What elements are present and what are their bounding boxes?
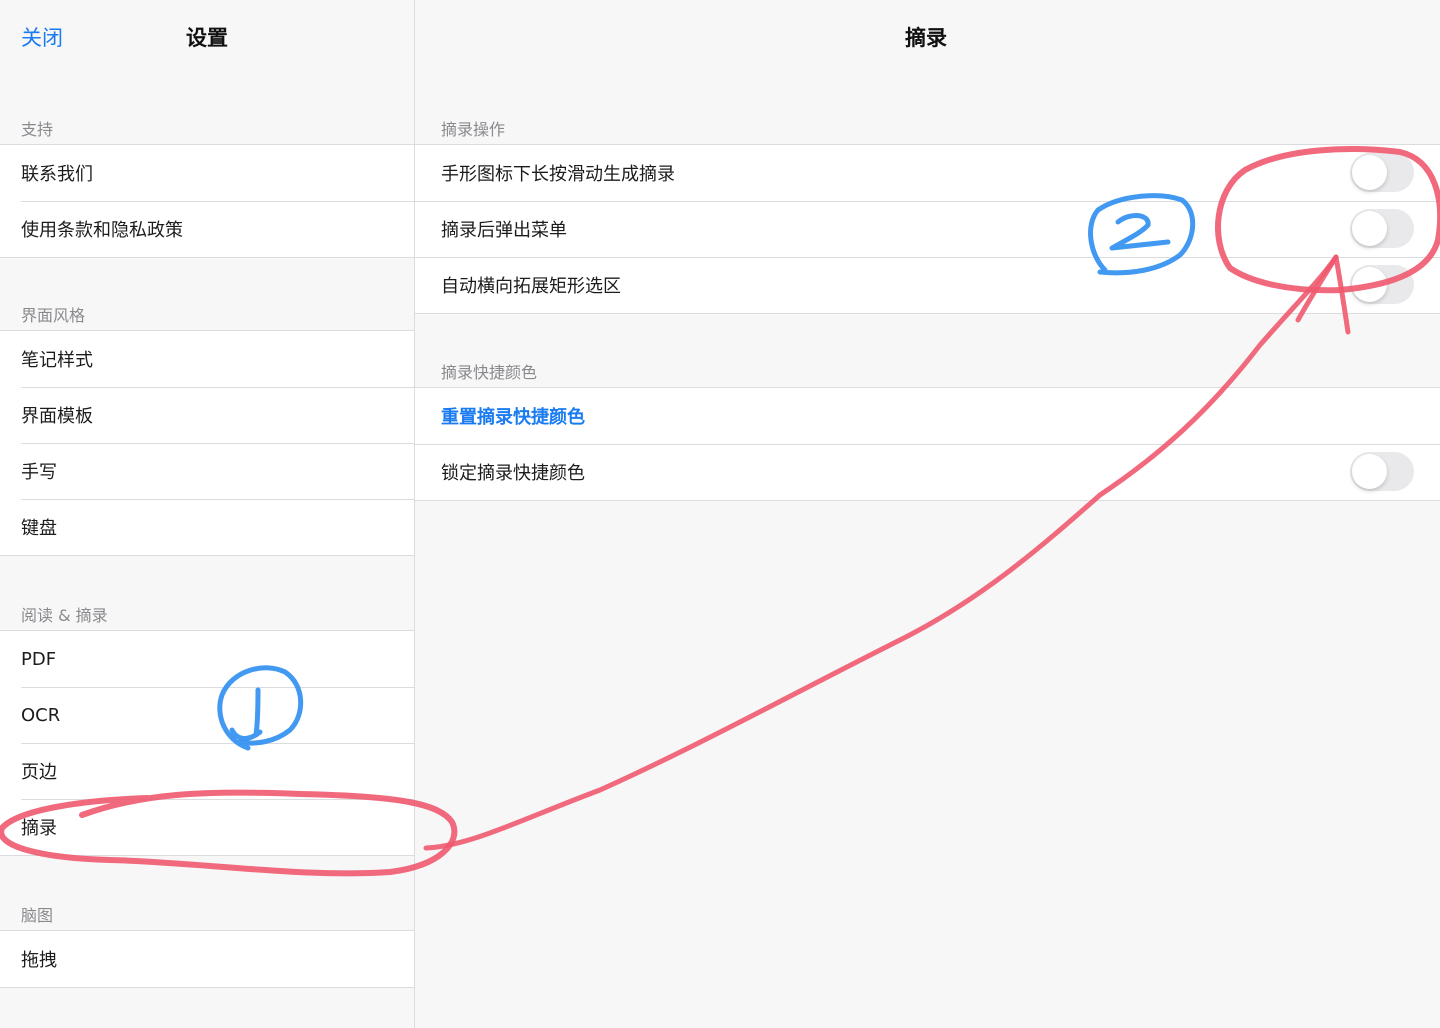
lock-colors-toggle[interactable] xyxy=(1350,452,1414,491)
sidebar-item-label: 键盘 xyxy=(21,518,57,539)
group-appearance: 笔记样式 界面模板 手写 键盘 xyxy=(0,330,414,556)
sidebar-item-label: 使用条款和隐私政策 xyxy=(21,220,183,241)
sidebar-item-label: 笔记样式 xyxy=(21,350,93,371)
group-support: 联系我们 使用条款和隐私政策 xyxy=(0,144,414,258)
sidebar-title: 设置 xyxy=(186,26,228,50)
setting-row-hand-longpress: 手形图标下长按滑动生成摘录 xyxy=(415,145,1440,201)
section-header-reading-excerpt: 阅读 & 摘录 xyxy=(21,606,108,625)
setting-row-popup-menu: 摘录后弹出菜单 xyxy=(415,201,1440,257)
setting-label: 重置摘录快捷颜色 xyxy=(441,407,585,428)
setting-label: 锁定摘录快捷颜色 xyxy=(441,463,585,484)
sidebar-item-terms-privacy[interactable]: 使用条款和隐私政策 xyxy=(0,201,414,257)
setting-row-lock-colors: 锁定摘录快捷颜色 xyxy=(415,444,1440,500)
hand-longpress-toggle[interactable] xyxy=(1350,153,1414,192)
sidebar-item-label: 手写 xyxy=(21,462,57,483)
detail-navbar: 摘录 xyxy=(415,0,1440,74)
excerpt-detail-pane: 摘录 摘录操作 手形图标下长按滑动生成摘录 摘录后弹出菜单 自动横向拓展矩形选区… xyxy=(415,0,1440,1028)
auto-expand-toggle[interactable] xyxy=(1350,265,1414,304)
group-reading-excerpt: PDF OCR 页边 摘录 xyxy=(0,630,414,856)
toggle-knob xyxy=(1352,454,1387,489)
sidebar-item-label: 界面模板 xyxy=(21,406,93,427)
sidebar-item-label: OCR xyxy=(21,704,61,726)
section-header-excerpt-actions: 摘录操作 xyxy=(441,120,506,139)
sidebar-item-margin[interactable]: 页边 xyxy=(0,743,414,799)
section-header-mindmap: 脑图 xyxy=(21,906,54,925)
sidebar-item-label: 联系我们 xyxy=(21,164,93,185)
close-button[interactable]: 关闭 xyxy=(21,22,63,52)
sidebar-navbar: 关闭 设置 xyxy=(0,0,414,74)
sidebar-item-label: PDF xyxy=(21,648,57,670)
sidebar-item-keyboard[interactable]: 键盘 xyxy=(0,499,414,555)
group-mindmap: 拖拽 xyxy=(0,930,414,988)
section-header-appearance: 界面风格 xyxy=(21,306,86,325)
section-header-quick-colors: 摘录快捷颜色 xyxy=(441,363,538,382)
settings-sidebar: 关闭 设置 支持 联系我们 使用条款和隐私政策 界面风格 笔记样式 界面模板 手… xyxy=(0,0,415,1028)
section-header-support: 支持 xyxy=(21,120,54,139)
setting-label: 摘录后弹出菜单 xyxy=(441,220,567,241)
sidebar-item-label: 拖拽 xyxy=(21,950,57,971)
sidebar-item-excerpt[interactable]: 摘录 xyxy=(0,799,414,855)
sidebar-item-label: 摘录 xyxy=(21,818,57,839)
reset-quick-colors-button[interactable]: 重置摘录快捷颜色 xyxy=(415,388,1440,444)
sidebar-item-note-style[interactable]: 笔记样式 xyxy=(0,331,414,387)
toggle-knob xyxy=(1352,155,1387,190)
sidebar-item-handwriting[interactable]: 手写 xyxy=(0,443,414,499)
sidebar-item-contact-us[interactable]: 联系我们 xyxy=(0,145,414,201)
settings-screen: 关闭 设置 支持 联系我们 使用条款和隐私政策 界面风格 笔记样式 界面模板 手… xyxy=(0,0,1440,1028)
sidebar-item-ui-template[interactable]: 界面模板 xyxy=(0,387,414,443)
popup-menu-toggle[interactable] xyxy=(1350,209,1414,248)
sidebar-item-drag[interactable]: 拖拽 xyxy=(0,931,414,987)
setting-row-auto-expand: 自动横向拓展矩形选区 xyxy=(415,257,1440,313)
sidebar-item-ocr[interactable]: OCR xyxy=(0,687,414,743)
group-excerpt-actions: 手形图标下长按滑动生成摘录 摘录后弹出菜单 自动横向拓展矩形选区 xyxy=(415,144,1440,314)
sidebar-item-label: 页边 xyxy=(21,762,57,783)
detail-title: 摘录 xyxy=(905,26,947,50)
group-quick-colors: 重置摘录快捷颜色 锁定摘录快捷颜色 xyxy=(415,387,1440,501)
toggle-knob xyxy=(1352,211,1387,246)
toggle-knob xyxy=(1352,267,1387,302)
setting-label: 手形图标下长按滑动生成摘录 xyxy=(441,164,675,185)
setting-label: 自动横向拓展矩形选区 xyxy=(441,276,621,297)
sidebar-item-pdf[interactable]: PDF xyxy=(0,631,414,687)
